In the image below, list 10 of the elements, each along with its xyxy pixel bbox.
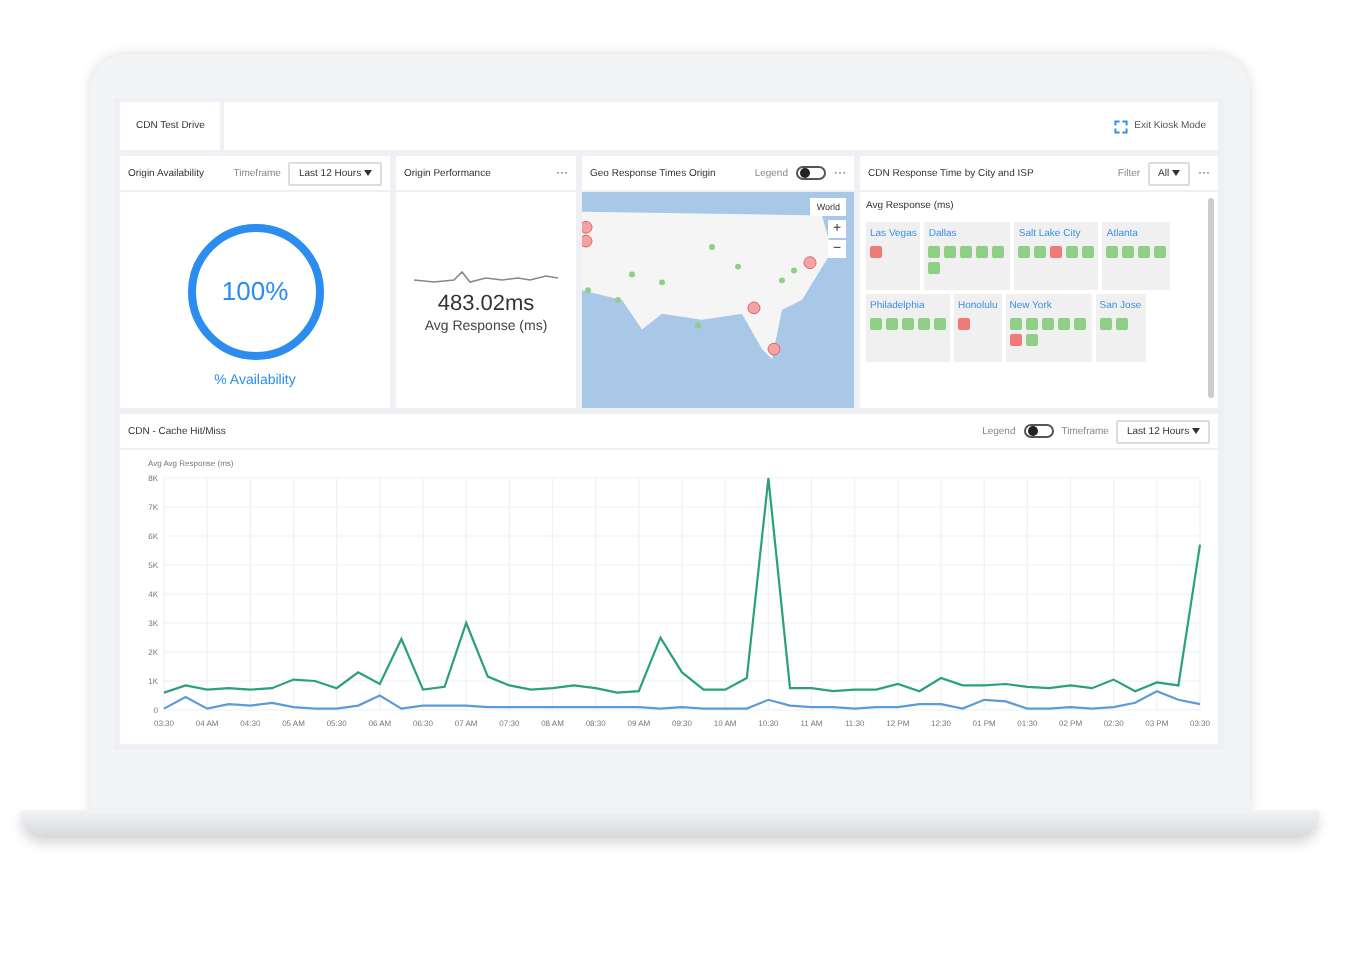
caret-icon	[1192, 427, 1200, 434]
legend-toggle[interactable]	[1023, 424, 1054, 438]
expand-icon	[1114, 119, 1129, 133]
sparkline	[414, 267, 558, 287]
caret-icon	[364, 169, 372, 176]
availability-value: 100%	[219, 275, 291, 305]
caret-icon	[1172, 169, 1180, 176]
legend-toggle[interactable]	[796, 166, 826, 180]
scrollbar[interactable]	[1208, 198, 1214, 398]
response-value: 483.02ms	[437, 291, 535, 315]
